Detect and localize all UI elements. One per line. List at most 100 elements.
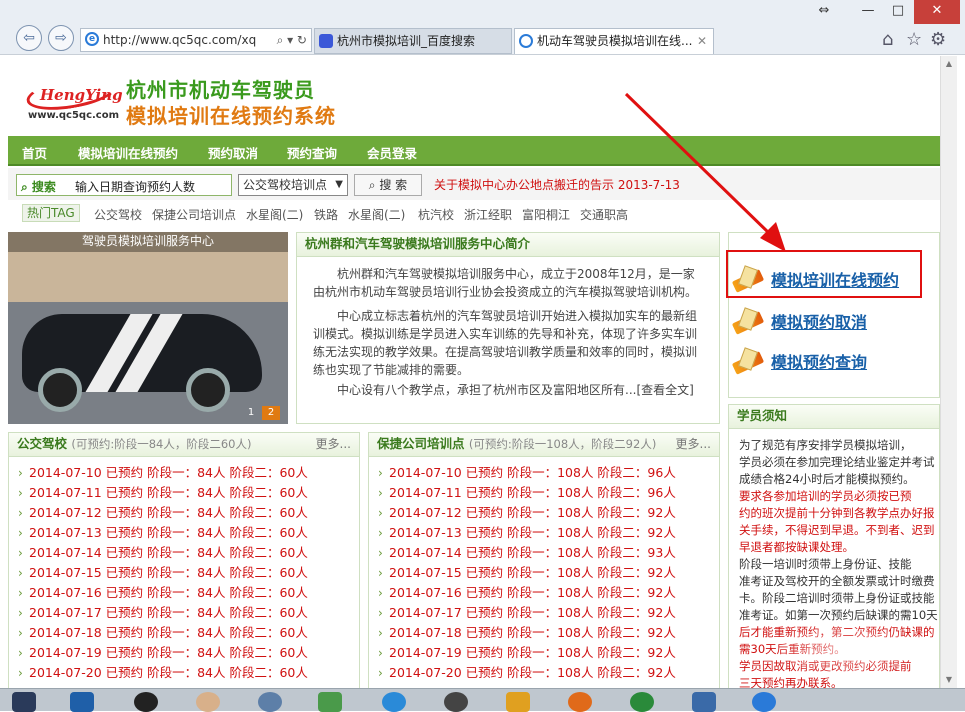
- hot-tag-label: 热门TAG: [22, 204, 80, 222]
- schedule-row[interactable]: 2014-07-20 已预约 阶段一：84人 阶段二：60人: [9, 663, 359, 683]
- schedule-row[interactable]: 2014-07-14 已预约 阶段一：108人 阶段二：93人: [369, 543, 719, 563]
- schedule-b-more[interactable]: 更多...: [676, 433, 711, 455]
- close-tab-icon[interactable]: ✕: [697, 29, 707, 53]
- intro-more[interactable]: 中心设有八个教学点，承担了杭州市区及富阳地区所有...[查看全文]: [297, 381, 719, 399]
- taskbar-app-icon[interactable]: [258, 692, 282, 712]
- back-icon[interactable]: ⇦: [16, 25, 42, 51]
- hot-tag[interactable]: 水星阁(二): [246, 206, 303, 223]
- schedule-row[interactable]: 2014-07-19 已预约 阶段一：84人 阶段二：60人: [9, 643, 359, 663]
- link-booking-cancel[interactable]: 模拟预约取消: [731, 303, 929, 337]
- taskbar-app-icon[interactable]: [70, 692, 94, 712]
- hot-tag[interactable]: 水星阁(二): [348, 206, 405, 223]
- schedule-row[interactable]: 2014-07-17 已预约 阶段一：84人 阶段二：60人: [9, 603, 359, 623]
- hot-tag[interactable]: 浙江经职: [464, 206, 512, 223]
- hot-tag[interactable]: 保捷公司培训点: [152, 206, 236, 223]
- intro-paragraph: 杭州群和汽车驾驶模拟培训服务中心，成立于2008年12月，是一家由杭州市机动车驾…: [313, 267, 698, 299]
- search-value: 输入日期查询预约人数: [75, 180, 196, 194]
- nav-booking[interactable]: 模拟培训在线预约: [78, 143, 178, 162]
- scroll-up-icon[interactable]: ▲: [941, 56, 957, 72]
- schedule-row[interactable]: 2014-07-18 已预约 阶段一：84人 阶段二：60人: [9, 623, 359, 643]
- search-input[interactable]: ⌕ 搜索 输入日期查询预约人数: [16, 174, 232, 196]
- chevron-down-icon: ▼: [335, 179, 343, 190]
- site-select[interactable]: 公交驾校培训点 ▼: [238, 174, 348, 196]
- site-logo[interactable]: HengYing www.qc5qc.com: [24, 70, 126, 124]
- schedule-row[interactable]: 2014-07-15 已预约 阶段一：108人 阶段二：92人: [369, 563, 719, 583]
- schedule-row[interactable]: 2014-07-15 已预约 阶段一：84人 阶段二：60人: [9, 563, 359, 583]
- schedule-row[interactable]: 2014-07-17 已预约 阶段一：108人 阶段二：92人: [369, 603, 719, 623]
- link-label: 模拟预约查询: [771, 353, 868, 372]
- schedule-a-more[interactable]: 更多...: [316, 433, 351, 455]
- taskbar-app-icon[interactable]: [318, 692, 342, 712]
- taskbar-app-icon[interactable]: [196, 692, 220, 712]
- schedule-row[interactable]: 2014-07-13 已预约 阶段一：84人 阶段二：60人: [9, 523, 359, 543]
- schedule-b-title: 保捷公司培训点: [377, 436, 465, 451]
- nav-login[interactable]: 会员登录: [367, 143, 417, 162]
- search-button[interactable]: ⌕ 搜 索: [354, 174, 422, 196]
- close-button[interactable]: ✕: [914, 0, 960, 24]
- minimize-button[interactable]: —: [854, 0, 882, 24]
- baidu-icon: [319, 34, 333, 48]
- taskbar-app-icon[interactable]: [382, 692, 406, 712]
- hot-tag[interactable]: 交通职高: [580, 206, 628, 223]
- taskbar-app-icon[interactable]: [444, 692, 468, 712]
- firefox-icon[interactable]: [568, 692, 592, 712]
- schedule-row[interactable]: 2014-07-11 已预约 阶段一：108人 阶段二：96人: [369, 483, 719, 503]
- schedule-a-list: 2014-07-10 已预约 阶段一：84人 阶段二：60人2014-07-11…: [9, 457, 359, 683]
- schedule-row[interactable]: 2014-07-20 已预约 阶段一：108人 阶段二：92人: [369, 663, 719, 683]
- pencil-icon: [731, 307, 765, 335]
- browser-chrome: ⇔ — □ ✕ ⇦ ⇨ e http://www.qc5qc.com/xq ⌕ …: [0, 0, 965, 55]
- schedule-row[interactable]: 2014-07-10 已预约 阶段一：84人 阶段二：60人: [9, 463, 359, 483]
- banner-pager-2[interactable]: 2: [262, 406, 280, 420]
- nav-cancel[interactable]: 预约取消: [208, 143, 258, 162]
- schedule-row[interactable]: 2014-07-14 已预约 阶段一：84人 阶段二：60人: [9, 543, 359, 563]
- banner-pager-1[interactable]: 1: [242, 406, 260, 420]
- link-label: 模拟预约取消: [771, 313, 868, 332]
- search-refresh-icons[interactable]: ⌕ ▾ ↻: [277, 29, 307, 51]
- schedule-row[interactable]: 2014-07-13 已预约 阶段一：108人 阶段二：92人: [369, 523, 719, 543]
- hot-tag[interactable]: 公交驾校: [94, 206, 142, 223]
- intro-paragraph: 中心成立标志着杭州的汽车驾驶员培训开始进入模拟加实车的最新组训模式。模拟训练是学…: [313, 309, 698, 377]
- banner-image[interactable]: 驾驶员模拟培训服务中心 1 2: [8, 232, 288, 424]
- schedule-row[interactable]: 2014-07-10 已预约 阶段一：108人 阶段二：96人: [369, 463, 719, 483]
- notes-line: 卡。阶段二培训时须带上身份证或技能: [739, 591, 935, 605]
- schedule-b-list: 2014-07-10 已预约 阶段一：108人 阶段二：96人2014-07-1…: [369, 457, 719, 683]
- maximize-button[interactable]: □: [884, 0, 912, 24]
- hot-tag[interactable]: 富阳桐江: [522, 206, 570, 223]
- nav-home[interactable]: 首页: [22, 143, 47, 162]
- address-bar[interactable]: e http://www.qc5qc.com/xq ⌕ ▾ ↻: [80, 28, 312, 52]
- schedule-row[interactable]: 2014-07-12 已预约 阶段一：108人 阶段二：92人: [369, 503, 719, 523]
- restore-icon[interactable]: ⇔: [812, 0, 836, 24]
- favorites-icon[interactable]: ☆: [906, 29, 922, 50]
- logo-url: www.qc5qc.com: [28, 110, 120, 121]
- taskbar: [0, 688, 965, 712]
- schedule-row[interactable]: 2014-07-18 已预约 阶段一：108人 阶段二：92人: [369, 623, 719, 643]
- forward-icon[interactable]: ⇨: [48, 25, 74, 51]
- schedule-row[interactable]: 2014-07-16 已预约 阶段一：108人 阶段二：92人: [369, 583, 719, 603]
- schedule-row[interactable]: 2014-07-11 已预约 阶段一：84人 阶段二：60人: [9, 483, 359, 503]
- taskbar-app-icon[interactable]: [12, 692, 36, 712]
- notice-link[interactable]: 关于模拟中心办公地点搬迁的告示 2013-7-13: [434, 176, 680, 193]
- schedule-row[interactable]: 2014-07-19 已预约 阶段一：108人 阶段二：92人: [369, 643, 719, 663]
- gear-icon[interactable]: ⚙: [930, 29, 946, 50]
- home-icon[interactable]: ⌂: [882, 29, 893, 50]
- nav-query[interactable]: 预约查询: [287, 143, 337, 162]
- qq-icon[interactable]: [134, 692, 158, 712]
- tab-current[interactable]: 机动车驾驶员模拟培训在线... ✕: [514, 28, 714, 54]
- tab-label: 机动车驾驶员模拟培训在线...: [537, 34, 693, 48]
- hot-tag[interactable]: 铁路: [314, 206, 338, 223]
- taskbar-app-icon[interactable]: [506, 692, 530, 712]
- web-page: HengYing www.qc5qc.com 杭州市机动车驾驶员 模拟培训在线预…: [8, 56, 940, 688]
- schedule-row[interactable]: 2014-07-16 已预约 阶段一：84人 阶段二：60人: [9, 583, 359, 603]
- scroll-down-icon[interactable]: ▼: [941, 672, 957, 688]
- ie-taskbar-icon[interactable]: [752, 692, 776, 712]
- taskbar-app-icon[interactable]: [692, 692, 716, 712]
- schedule-row[interactable]: 2014-07-12 已预约 阶段一：84人 阶段二：60人: [9, 503, 359, 523]
- hot-tag[interactable]: 杭汽校: [418, 206, 454, 223]
- tab-baidu[interactable]: 杭州市模拟培训_百度搜索: [314, 28, 512, 54]
- notes-line: 成绩合格24小时后才能模拟预约。: [739, 472, 915, 486]
- link-booking-query[interactable]: 模拟预约查询: [731, 343, 929, 377]
- site-select-value: 公交驾校培训点: [243, 178, 328, 192]
- vertical-scrollbar[interactable]: ▲ ▼: [940, 56, 957, 688]
- taskbar-app-icon[interactable]: [630, 692, 654, 712]
- schedule-a-title: 公交驾校: [17, 436, 68, 451]
